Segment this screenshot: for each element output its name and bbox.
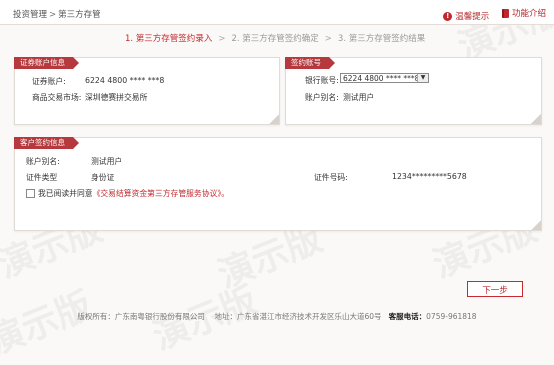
top-links: ! 温馨提示 功能介绍 bbox=[433, 7, 546, 22]
step-1: 1. 第三方存管签约录入 bbox=[125, 34, 213, 44]
alert-icon: ! bbox=[443, 11, 453, 21]
breadcrumb-parent[interactable]: 投资管理 bbox=[13, 10, 47, 20]
footer-phone-value: 0759-961818 bbox=[426, 312, 477, 321]
securities-account-value: 6224 4800 **** ***8 bbox=[85, 76, 165, 85]
top-bar: 投资管理 > 第三方存管 ! 温馨提示 功能介绍 bbox=[0, 0, 554, 25]
function-intro-link[interactable]: 功能介绍 bbox=[501, 7, 546, 19]
signing-alias-value: 测试用户 bbox=[343, 93, 375, 102]
breadcrumb: 投资管理 > 第三方存管 bbox=[13, 8, 101, 20]
securities-account-panel: 证券账户信息 bbox=[14, 57, 280, 125]
id-type-value: 身份证 bbox=[91, 173, 115, 182]
agreement-label: 我已阅读并同意 bbox=[38, 189, 93, 198]
footer: 版权所有：广东南粤银行股份有限公司 地址：广东省湛江市经济技术开发区乐山大道60… bbox=[0, 311, 554, 322]
footer-phone-label: 客服电话： bbox=[388, 312, 427, 321]
field-label: 证券账户: bbox=[32, 77, 66, 86]
customer-signing-panel: 客户签约信息 bbox=[14, 137, 542, 231]
customer-alias-value: 测试用户 bbox=[91, 157, 123, 166]
page-curl-decoration bbox=[269, 114, 279, 124]
step-indicator: 1. 第三方存管签约录入 >2. 第三方存管签约确定 >3. 第三方存管签约结果 bbox=[125, 32, 425, 44]
id-number-label: 证件号码: bbox=[314, 173, 348, 182]
footer-rights: 版权所有：广东南粤银行股份有限公司 bbox=[77, 312, 205, 321]
bank-account-label: 银行账号: bbox=[305, 76, 339, 85]
id-type-label: 证件类型 bbox=[26, 173, 58, 182]
book-icon bbox=[501, 8, 509, 18]
customer-alias-label: 账户别名: bbox=[26, 157, 60, 166]
panel-title: 证券账户信息 bbox=[14, 57, 79, 69]
step-arrow: > bbox=[324, 34, 332, 44]
agreement-end: 。 bbox=[221, 189, 230, 198]
footer-address: 地址：广东省湛江市经济技术开发区乐山大道60号 bbox=[214, 312, 382, 321]
agreement-link[interactable]: 《交易结算资金第三方存管服务协议》 bbox=[93, 189, 222, 198]
agreement-checkbox[interactable] bbox=[26, 189, 35, 198]
function-intro-label: 功能介绍 bbox=[511, 9, 546, 19]
step-2: 2. 第三方存管签约确定 bbox=[231, 34, 319, 44]
signing-alias-label: 账户别名: bbox=[305, 93, 339, 102]
step-3: 3. 第三方存管签约结果 bbox=[337, 34, 426, 44]
warm-tip-label: 温馨提示 bbox=[455, 12, 490, 22]
bank-account-select[interactable]: 6224 4800 **** ***8 ▼ bbox=[340, 73, 429, 83]
bank-account-selected: 6224 4800 **** ***8 bbox=[343, 74, 420, 83]
panel-title: 客户签约信息 bbox=[14, 137, 79, 149]
panel-title: 签约账号 bbox=[285, 57, 335, 69]
id-number-value: 1234*********5678 bbox=[392, 172, 467, 181]
securities-account-row: 证券账户: bbox=[32, 76, 66, 87]
market-label: 商品交易市场: bbox=[32, 93, 82, 102]
market-value: 深圳德赛拼交易所 bbox=[85, 93, 148, 102]
signing-account-panel: 签约账号 bbox=[285, 57, 542, 125]
breadcrumb-current: 第三方存管 bbox=[58, 10, 101, 20]
page-curl-decoration bbox=[531, 220, 541, 230]
warm-tip-link[interactable]: ! 温馨提示 bbox=[443, 10, 489, 22]
next-step-button[interactable]: 下一步 bbox=[467, 281, 523, 297]
page-curl-decoration bbox=[531, 114, 541, 124]
agreement-text: 我已阅读并同意《交易结算资金第三方存管服务协议》。 bbox=[38, 188, 229, 199]
step-arrow: > bbox=[218, 34, 226, 44]
chevron-down-icon[interactable]: ▼ bbox=[417, 74, 428, 82]
breadcrumb-separator: > bbox=[49, 10, 57, 20]
